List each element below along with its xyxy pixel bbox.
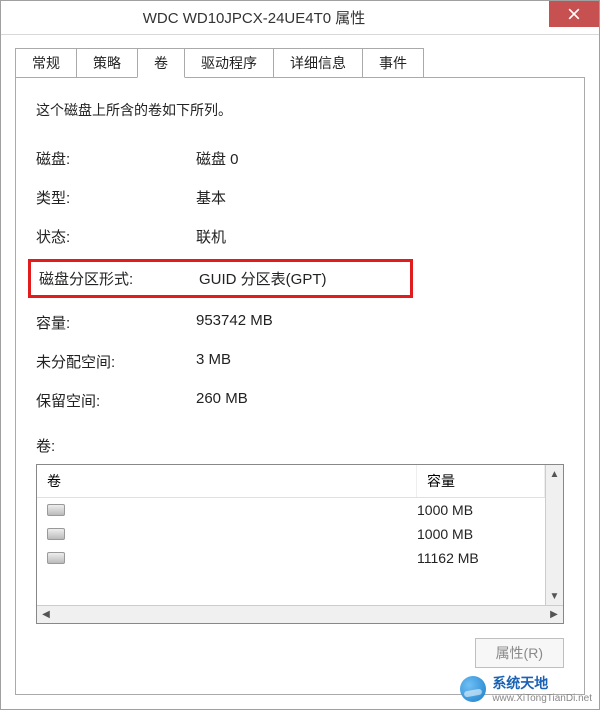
row-unallocated: 未分配空间: 3 MB bbox=[36, 351, 564, 372]
value-status: 联机 bbox=[196, 226, 226, 247]
label-disk: 磁盘: bbox=[36, 148, 196, 169]
titlebar: WDC WD10JPCX-24UE4T0 属性 bbox=[1, 1, 599, 35]
listview-header: 卷 容量 bbox=[37, 465, 545, 498]
listview-content: 卷 容量 1000 MB 1000 MB bbox=[37, 465, 545, 605]
scroll-left-icon[interactable]: ◀ bbox=[39, 608, 53, 622]
watermark-text-cn: 系统天地 bbox=[492, 673, 592, 693]
value-disk: 磁盘 0 bbox=[196, 148, 239, 169]
row-reserved: 保留空间: 260 MB bbox=[36, 390, 564, 411]
scroll-down-icon[interactable]: ▼ bbox=[548, 589, 562, 603]
button-row: 属性(R) bbox=[36, 638, 564, 668]
value-reserved: 260 MB bbox=[196, 390, 248, 411]
watermark-text-en: www.XiTongTianDi.net bbox=[492, 693, 592, 704]
volume-capacity: 1000 MB bbox=[417, 526, 535, 542]
row-status: 状态: 联机 bbox=[36, 226, 564, 247]
properties-window: WDC WD10JPCX-24UE4T0 属性 常规 策略 卷 驱动程序 详细信… bbox=[0, 0, 600, 710]
value-capacity: 953742 MB bbox=[196, 312, 273, 333]
value-partition-style: GUID 分区表(GPT) bbox=[199, 268, 327, 289]
watermark-logo-icon bbox=[460, 676, 486, 702]
volume-capacity: 1000 MB bbox=[417, 502, 535, 518]
properties-button[interactable]: 属性(R) bbox=[475, 638, 564, 668]
tab-events[interactable]: 事件 bbox=[362, 48, 424, 78]
scroll-right-icon[interactable]: ▶ bbox=[547, 608, 561, 622]
value-type: 基本 bbox=[196, 187, 226, 208]
label-status: 状态: bbox=[36, 226, 196, 247]
label-partition-style: 磁盘分区形式: bbox=[39, 268, 199, 289]
tab-general[interactable]: 常规 bbox=[15, 48, 77, 78]
volumes-list-label: 卷: bbox=[36, 435, 564, 456]
tab-driver[interactable]: 驱动程序 bbox=[184, 48, 274, 78]
horizontal-scrollbar[interactable]: ◀ ▶ bbox=[37, 605, 563, 623]
watermark: 系统天地 www.XiTongTianDi.net bbox=[460, 673, 592, 704]
label-capacity: 容量: bbox=[36, 312, 196, 333]
tab-volumes[interactable]: 卷 bbox=[137, 48, 185, 78]
window-title: WDC WD10JPCX-24UE4T0 属性 bbox=[1, 7, 549, 28]
row-partition-style: 磁盘分区形式: GUID 分区表(GPT) bbox=[39, 268, 410, 289]
intro-text: 这个磁盘上所含的卷如下所列。 bbox=[36, 100, 564, 120]
vertical-scrollbar[interactable]: ▲ ▼ bbox=[545, 465, 563, 605]
header-volume[interactable]: 卷 bbox=[37, 465, 417, 497]
tab-details[interactable]: 详细信息 bbox=[273, 48, 363, 78]
drive-icon bbox=[47, 552, 65, 564]
tab-strip: 常规 策略 卷 驱动程序 详细信息 事件 bbox=[15, 47, 585, 77]
row-capacity: 容量: 953742 MB bbox=[36, 312, 564, 333]
drive-icon bbox=[47, 528, 65, 540]
value-unallocated: 3 MB bbox=[196, 351, 231, 372]
row-type: 类型: 基本 bbox=[36, 187, 564, 208]
label-reserved: 保留空间: bbox=[36, 390, 196, 411]
client-area: 常规 策略 卷 驱动程序 详细信息 事件 这个磁盘上所含的卷如下所列。 磁盘: … bbox=[1, 35, 599, 709]
volume-capacity: 11162 MB bbox=[417, 550, 535, 566]
list-item[interactable]: 1000 MB bbox=[37, 522, 545, 546]
header-capacity[interactable]: 容量 bbox=[417, 465, 545, 497]
volumes-panel: 这个磁盘上所含的卷如下所列。 磁盘: 磁盘 0 类型: 基本 状态: 联机 磁盘… bbox=[15, 77, 585, 695]
tab-policies[interactable]: 策略 bbox=[76, 48, 138, 78]
list-item[interactable]: 1000 MB bbox=[37, 498, 545, 522]
highlight-partition-style: 磁盘分区形式: GUID 分区表(GPT) bbox=[28, 259, 413, 298]
listview-body: 卷 容量 1000 MB 1000 MB bbox=[37, 465, 563, 605]
label-unallocated: 未分配空间: bbox=[36, 351, 196, 372]
close-icon bbox=[568, 8, 580, 20]
list-item[interactable]: 11162 MB bbox=[37, 546, 545, 570]
close-button[interactable] bbox=[549, 1, 599, 27]
drive-icon bbox=[47, 504, 65, 516]
label-type: 类型: bbox=[36, 187, 196, 208]
scroll-up-icon[interactable]: ▲ bbox=[548, 467, 562, 481]
row-disk: 磁盘: 磁盘 0 bbox=[36, 148, 564, 169]
volumes-listview[interactable]: 卷 容量 1000 MB 1000 MB bbox=[36, 464, 564, 624]
